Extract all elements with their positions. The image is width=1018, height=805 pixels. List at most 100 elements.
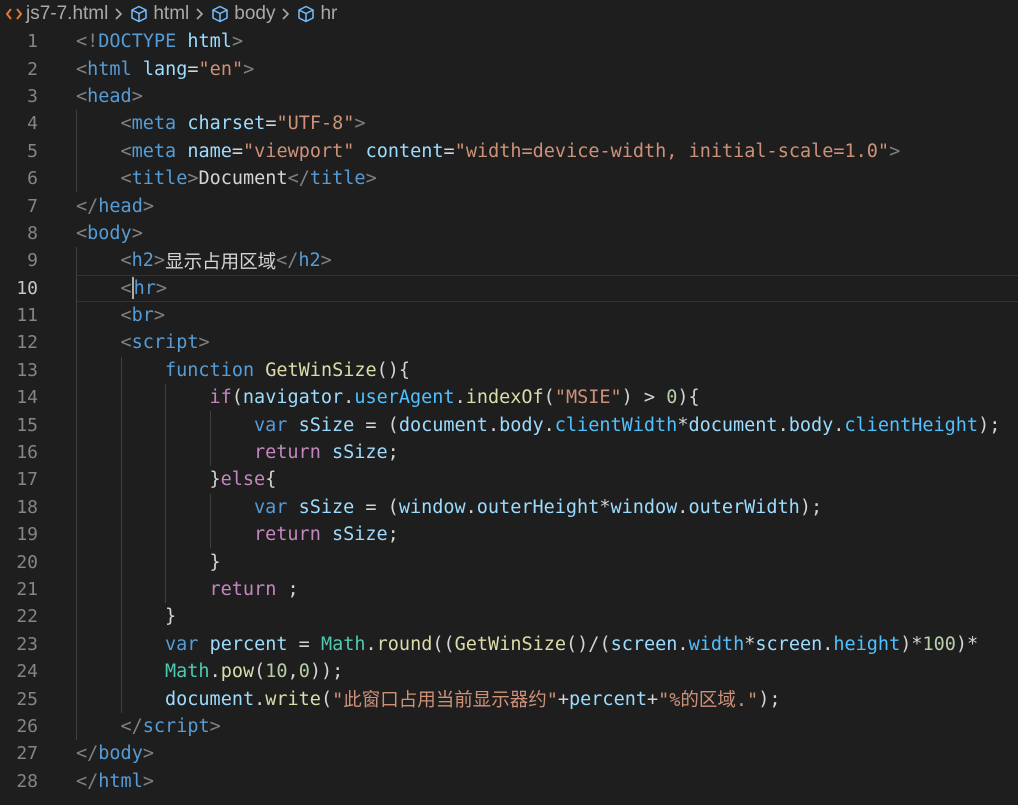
code-token: ( (320, 688, 333, 710)
code-line[interactable]: 9 < h2 > 显示占用区域 </h2 > (0, 247, 1018, 275)
code-line[interactable]: 13 function GetWinSize(){ (0, 356, 1018, 385)
code-line[interactable]: 15 var sSize = (document. body. clientWidth… (0, 411, 1018, 439)
code-line[interactable]: 17} else{ (0, 466, 1018, 494)
code-token: clientWidth (554, 414, 678, 436)
code-token: </ (287, 168, 310, 190)
code-token: charset (187, 113, 266, 135)
indent-guide (76, 603, 77, 631)
indent-guide (120, 411, 122, 439)
line-number: 25 (16, 688, 38, 710)
code-line[interactable]: 8 < body > (0, 220, 1018, 247)
indent-guide (120, 630, 122, 658)
code-text: </body > (76, 740, 154, 767)
line-number: 26 (16, 715, 38, 737)
code-line[interactable]: 22} (0, 603, 1018, 631)
indent-guide (120, 493, 122, 522)
code-line[interactable]: 7 </head > (0, 192, 1018, 219)
line-number: 27 (16, 743, 38, 765)
code-line[interactable]: 2 < html lang = "en" > (0, 55, 1018, 82)
code-line[interactable]: 18 var sSize = (window. outerHeight * window… (0, 493, 1018, 522)
breadcrumb-item-hr[interactable]: hr (297, 3, 337, 25)
code-token: . (777, 414, 789, 436)
code-token: } (165, 606, 177, 628)
code-token: Math (165, 661, 210, 683)
code-token: . (833, 414, 845, 436)
code-token: < (120, 305, 132, 327)
code-token: round (376, 633, 433, 655)
line-number: 1 (27, 31, 38, 53)
breadcrumb-item-html[interactable]: html (130, 3, 189, 25)
code-token: html (87, 58, 132, 80)
code-editor[interactable]: 1 <! DOCTYPE html >2 < html lang = "en" >3 < head >… (0, 28, 1018, 795)
code-token: < (76, 58, 88, 80)
code-line[interactable]: 14 if(navigator. userAgent. indexOf("MSIE")… (0, 384, 1018, 412)
breadcrumb-item-body[interactable]: body (211, 3, 275, 25)
code-token: > (320, 250, 332, 272)
code-token: ; (387, 524, 399, 546)
code-token: . (822, 633, 834, 655)
code-token: = (231, 140, 244, 162)
code-token: var (165, 633, 199, 655)
line-number: 23 (16, 633, 38, 655)
indent-guide (165, 548, 166, 576)
line-number: 4 (27, 113, 38, 135)
code-token: } (209, 551, 221, 573)
code-token: title (131, 168, 188, 190)
code-token: . (677, 633, 689, 655)
code-token: )); (309, 661, 344, 683)
code-line[interactable]: 12 < script > (0, 329, 1018, 357)
code-token: var (254, 414, 288, 436)
code-text: var sSize = (window. outerHeight * window. o… (254, 494, 822, 521)
code-token: DOCTYPE (98, 31, 177, 53)
code-line[interactable]: 5 < meta name = "viewport" content = "width=de… (0, 137, 1018, 165)
line-number: 5 (27, 140, 38, 162)
code-token: > (153, 250, 166, 272)
code-line[interactable]: 25 document. write("此窗口占用当前显示器约" + percent + "… (0, 685, 1018, 713)
code-line[interactable]: 23 var percent = Math. round((GetWinSize()… (0, 630, 1018, 658)
code-line[interactable]: 20} (0, 548, 1018, 576)
code-line[interactable]: 3 < head > (0, 83, 1018, 110)
code-line[interactable]: 21 return ; (0, 575, 1018, 604)
code-token: sSize (298, 414, 355, 436)
code-text: return ; (210, 576, 299, 603)
indent-guide (76, 630, 77, 658)
code-line[interactable]: 28 </html > (0, 768, 1018, 795)
code-line[interactable]: 19 return sSize; (0, 521, 1018, 549)
line-number: 12 (16, 332, 38, 354)
indent-guide (120, 384, 122, 412)
code-line[interactable]: 16 return sSize; (0, 438, 1018, 467)
code-token: 显示占用区域 (165, 251, 277, 273)
code-text: </html > (76, 768, 154, 795)
indent-guide (120, 466, 122, 494)
code-line[interactable]: 6 < title > Document </title > (0, 164, 1018, 193)
code-token: return (254, 442, 321, 464)
code-line[interactable]: 1 <! DOCTYPE html > (0, 28, 1018, 55)
code-text: < meta charset = "UTF-8" > (121, 110, 366, 137)
code-line[interactable]: 27 </body > (0, 740, 1018, 767)
breadcrumb-file[interactable]: js7-7.html (26, 3, 108, 25)
code-token: > (155, 277, 168, 299)
code-line[interactable]: 24 Math. pow(10, 0)); (0, 657, 1018, 686)
code-token: meta (131, 140, 177, 162)
code-token: ; (387, 442, 399, 464)
code-line[interactable]: 26 </script > (0, 712, 1018, 741)
code-token: < (120, 168, 132, 190)
line-number: 14 (16, 387, 38, 409)
code-token: 100 (922, 633, 956, 655)
code-text: < h2 > 显示占用区域 </h2 > (121, 247, 332, 274)
code-token: Document (198, 168, 288, 190)
code-line[interactable]: 4 < meta charset = "UTF-8" > (0, 110, 1018, 138)
code-line[interactable]: 10 < hr > (0, 274, 1018, 303)
code-text: } (210, 548, 221, 575)
code-line[interactable]: 11 < br > (0, 301, 1018, 330)
code-token: > (365, 168, 377, 190)
indent-guide (165, 466, 166, 494)
code-token: screen (755, 633, 823, 655)
line-number: 17 (16, 469, 38, 491)
code-token: > (243, 58, 255, 80)
indent-guide (209, 438, 211, 467)
code-token: < (120, 113, 132, 135)
